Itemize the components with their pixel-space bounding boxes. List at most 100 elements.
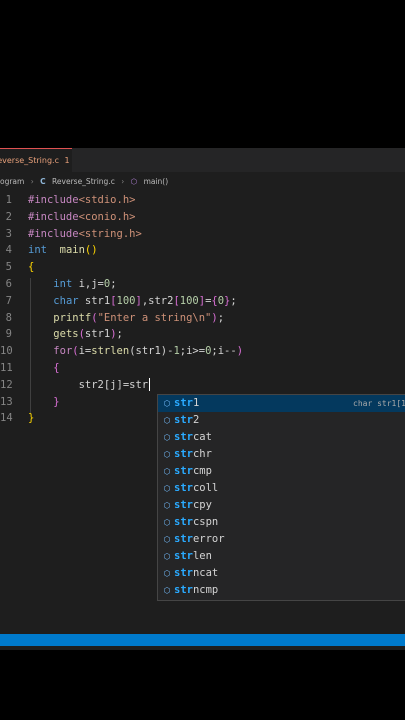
code-text: int main()	[28, 242, 98, 259]
code-token: ;	[110, 278, 117, 290]
code-text: {	[28, 259, 34, 276]
suggestion-match: str	[174, 414, 193, 426]
code-token: #include	[28, 210, 79, 223]
suggestion-item[interactable]: ⬡ strcoll	[158, 480, 405, 497]
code-line[interactable]: 5{	[0, 259, 405, 276]
suggestion-match: str	[174, 431, 193, 443]
function-icon: ⬡	[130, 177, 138, 186]
chevron-right-icon: ›	[30, 177, 34, 186]
line-number: 2	[5, 210, 12, 223]
code-line[interactable]: 4 int main()	[0, 242, 405, 259]
suggestion-label: 2	[192, 414, 200, 426]
code-line[interactable]: 3 #include<string.h>	[0, 226, 405, 243]
code-text: #include<conio.h>	[28, 209, 135, 226]
suggestion-label: cpy	[192, 499, 212, 511]
suggestion-label: chr	[192, 448, 212, 460]
code-line[interactable]: 1 #include<stdio.h>	[0, 192, 405, 209]
code-line[interactable]: 10 for(i=strlen(str1)-1;i>=0;i--)	[0, 343, 405, 360]
line-number: 10	[0, 345, 13, 358]
suggestion-item[interactable]: ⬡ strchr	[158, 446, 405, 463]
code-token: }	[53, 395, 60, 408]
c-file-icon: C	[40, 177, 46, 186]
code-token: for	[53, 345, 73, 358]
text-cursor	[149, 378, 151, 392]
code-line[interactable]: 8 printf("Enter a string\n");	[0, 310, 405, 327]
suggestion-item[interactable]: ⬡ str1 char str1[1	[158, 395, 405, 412]
suggestion-item[interactable]: ⬡ strncmp	[158, 582, 405, 599]
suggestion-match: str	[174, 567, 193, 579]
code-token: ;i>=	[179, 345, 206, 358]
suggestion-detail: char str1[1	[353, 399, 405, 408]
code-token: #include	[28, 194, 79, 206]
breadcrumb-symbol[interactable]: main()	[144, 177, 169, 186]
symbol-variable-icon: ⬡	[163, 569, 171, 578]
line-number: 12	[0, 378, 13, 391]
suggestion-item[interactable]: ⬡ strcspn	[158, 514, 405, 531]
suggestion-item[interactable]: ⬡ strcpy	[158, 497, 405, 514]
symbol-variable-icon: ⬡	[163, 484, 171, 493]
code-token: ;	[116, 328, 123, 341]
code-line[interactable]: 7 char str1[100],str2[100]={0};	[0, 293, 405, 310]
suggestion-item[interactable]: ⬡ strncat	[158, 565, 405, 582]
suggestion-item[interactable]: ⬡ str2	[158, 412, 405, 429]
tab-reverse-string[interactable]: Reverse_String.c 1	[0, 148, 72, 173]
code-text: #include<stdio.h>	[28, 192, 135, 209]
code-token: {	[53, 362, 60, 374]
line-number: 5	[5, 261, 12, 274]
code-token: <conio.h>	[78, 210, 136, 223]
code-token: char	[53, 294, 79, 307]
code-token: i=	[78, 345, 92, 358]
symbol-variable-icon: ⬡	[163, 535, 171, 544]
code-text: char str1[100],str2[100]={0};	[28, 293, 236, 310]
code-line[interactable]: 9 gets(str1);	[0, 326, 405, 343]
line-number: 14	[0, 412, 13, 425]
suggestion-label: cat	[192, 431, 212, 443]
code-text: for(i=strlen(str1)-1;i>=0;i--)	[28, 343, 243, 360]
suggestion-match: str	[174, 397, 193, 409]
code-token: i,j=	[72, 278, 104, 290]
code-token: #include	[28, 227, 79, 240]
breadcrumb-file[interactable]: Reverse_String.c	[52, 177, 115, 186]
code-token: str2[j]=str	[28, 378, 149, 391]
suggestion-match: str	[174, 499, 193, 511]
code-text: {	[28, 360, 60, 377]
suggestion-label: ncat	[192, 567, 219, 579]
suggestion-match: str	[174, 533, 193, 545]
code-line[interactable]: 11 {	[0, 360, 405, 377]
code-token: int	[28, 244, 47, 257]
code-token: strlen	[91, 345, 130, 358]
code-line[interactable]: 6 int i,j=0;	[0, 276, 405, 293]
breadcrumb-folder[interactable]: ogram	[0, 177, 24, 186]
code-token: {	[28, 261, 35, 274]
code-token: (str1)-	[129, 345, 174, 358]
symbol-variable-icon: ⬡	[163, 586, 171, 595]
code-line[interactable]: 2 #include<conio.h>	[0, 209, 405, 226]
suggestion-item[interactable]: ⬡ strcat	[158, 429, 405, 446]
suggestion-item[interactable]: ⬡ strcmp	[158, 463, 405, 480]
code-text: gets(str1);	[28, 326, 123, 343]
code-token: )	[236, 345, 244, 358]
code-token: <stdio.h>	[78, 194, 136, 206]
code-line[interactable]: 12 str2[j]=str	[0, 377, 405, 394]
tab-filename: Reverse_String.c	[0, 156, 59, 165]
suggestion-label: cspn	[192, 516, 219, 528]
line-number: 4	[5, 244, 12, 257]
autocomplete-suggestions: ⬡ str1 char str1[1 ⬡ str2 ⬡ strcat ⬡ strchr ⬡ strc…	[157, 394, 405, 601]
code-token: printf	[53, 311, 92, 324]
tab-problem-count: 1	[64, 156, 70, 165]
symbol-variable-icon: ⬡	[163, 399, 171, 408]
line-number: 9	[5, 328, 12, 341]
line-number: 8	[5, 311, 12, 324]
code-token: ;	[217, 311, 225, 324]
code-token: "Enter a string\n"	[97, 311, 212, 324]
suggestion-item[interactable]: ⬡ strlen	[158, 548, 405, 565]
code-token: 100	[179, 294, 199, 307]
code-text: printf("Enter a string\n");	[28, 310, 224, 327]
suggestion-label: ncmp	[192, 584, 219, 596]
suggestion-item[interactable]: ⬡ strerror	[158, 531, 405, 548]
code-text: str2[j]=str	[28, 377, 151, 394]
